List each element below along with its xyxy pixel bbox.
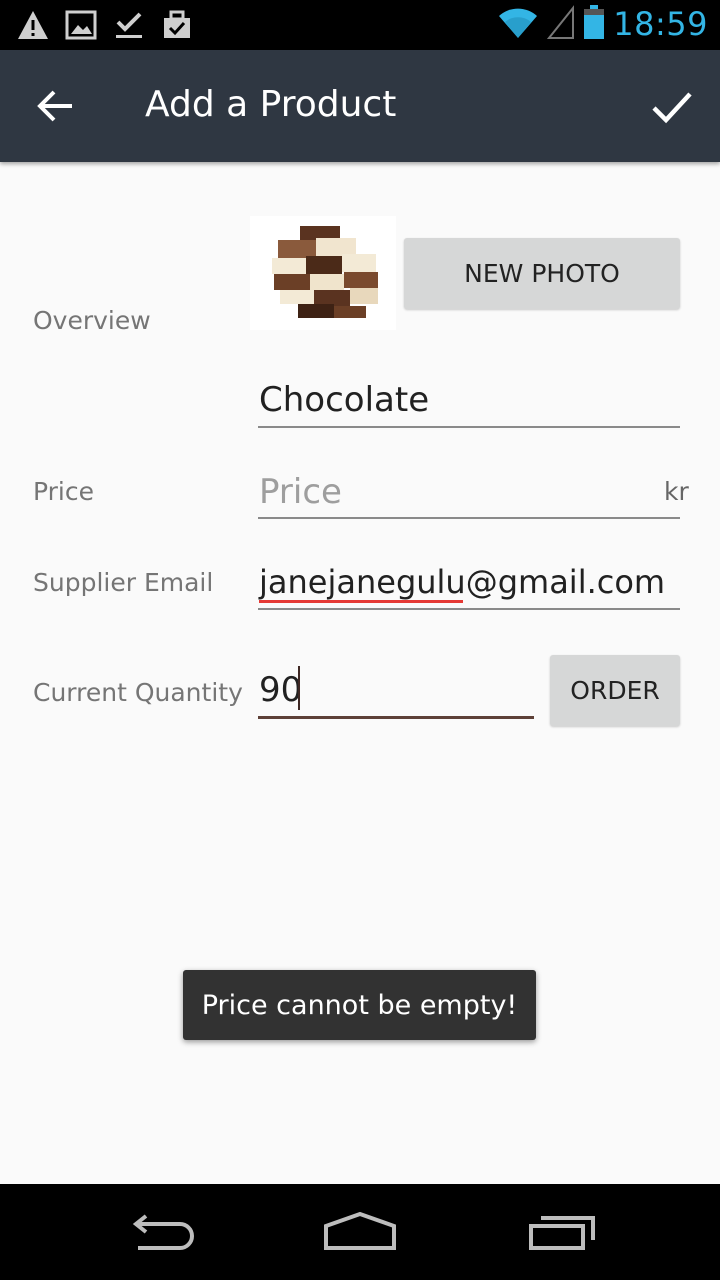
price-label: Price	[33, 477, 94, 506]
navigation-bar	[0, 1184, 720, 1280]
quantity-underline	[258, 716, 534, 719]
toast-message: Price cannot be empty!	[183, 970, 536, 1040]
bag-check-icon	[160, 8, 194, 42]
warning-icon	[16, 8, 50, 42]
quantity-input[interactable]: 90	[259, 670, 302, 710]
battery-icon	[583, 4, 605, 44]
quantity-label: Current Quantity	[33, 678, 243, 707]
page-title: Add a Product	[145, 84, 397, 125]
app-bar: Add a Product	[0, 50, 720, 162]
back-nav-icon[interactable]	[114, 1204, 204, 1260]
price-unit: kr	[664, 477, 689, 506]
recents-nav-icon[interactable]	[518, 1204, 608, 1260]
overview-label: Overview	[33, 306, 151, 335]
product-name-underline	[258, 426, 680, 428]
arrow-back-icon[interactable]	[36, 86, 76, 126]
chocolate-image	[272, 226, 378, 318]
clock-time: 18:59	[613, 5, 708, 43]
price-underline	[258, 517, 680, 519]
image-icon	[64, 8, 98, 42]
spellcheck-underline	[259, 600, 463, 603]
wifi-icon	[497, 4, 539, 44]
supplier-email-label: Supplier Email	[33, 568, 214, 597]
supplier-email-input[interactable]: janejanegulu@gmail.com	[259, 563, 665, 601]
text-cursor	[298, 666, 300, 710]
product-photo	[250, 216, 396, 330]
status-bar: 18:59	[0, 0, 720, 50]
order-button[interactable]: ORDER	[550, 655, 680, 726]
cell-signal-icon	[547, 4, 575, 44]
check-icon[interactable]	[650, 84, 694, 128]
home-nav-icon[interactable]	[315, 1204, 405, 1260]
download-done-icon	[112, 8, 146, 42]
supplier-email-underline	[258, 608, 680, 610]
product-name-input[interactable]: Chocolate	[259, 380, 429, 420]
price-input[interactable]: Price	[259, 472, 342, 512]
new-photo-button[interactable]: NEW PHOTO	[404, 238, 680, 309]
